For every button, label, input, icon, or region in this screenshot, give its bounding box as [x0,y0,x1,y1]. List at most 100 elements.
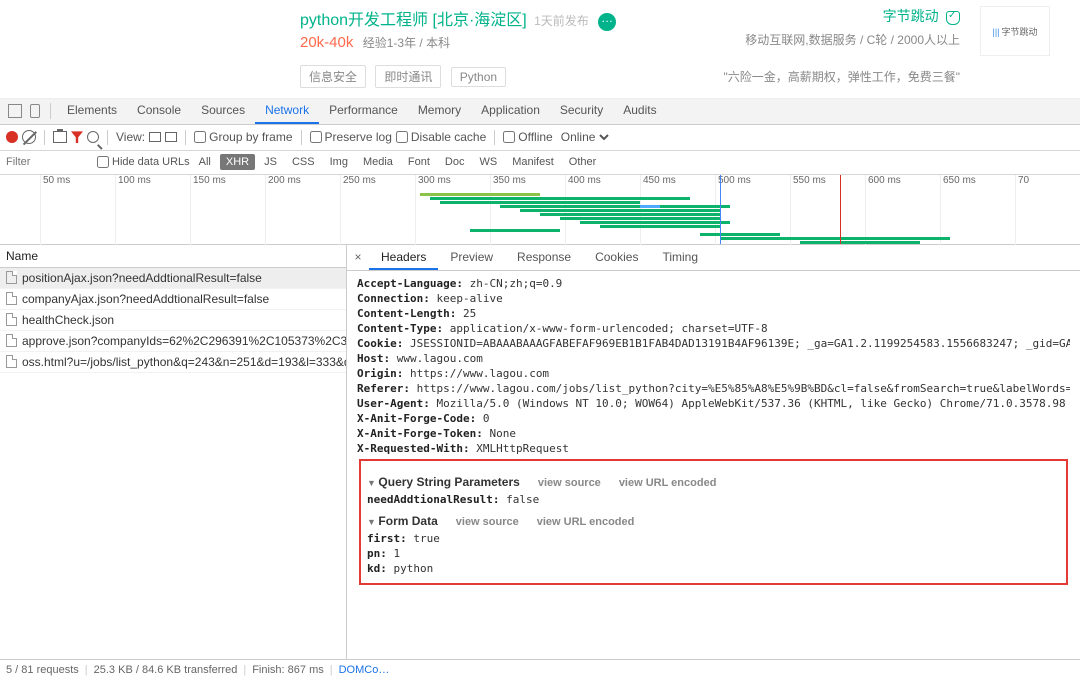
clear-icon[interactable] [22,130,36,144]
request-item[interactable]: companyAjax.json?needAddtionalResult=fal… [0,289,346,310]
separator [494,130,495,145]
company-meta: 移动互联网,数据服务 / C轮 / 2000人以上 [723,31,960,48]
pill-js[interactable]: JS [258,154,283,170]
tab-performance[interactable]: Performance [319,98,408,124]
waterfall-bar [700,233,780,236]
tab-console[interactable]: Console [127,98,191,124]
load-marker [720,175,721,244]
pill-font[interactable]: Font [402,154,436,170]
network-toolbar: View: Group by frame Preserve log Disabl… [0,125,1080,151]
pill-media[interactable]: Media [357,154,399,170]
tag[interactable]: 信息安全 [300,65,366,88]
inspect-icon[interactable] [8,104,22,118]
filter-input[interactable] [4,154,94,170]
request-item[interactable]: positionAjax.json?needAddtionalResult=fa… [0,268,346,289]
view-url-encoded-link[interactable]: view URL encoded [537,516,635,528]
waterfall-bar [640,205,660,208]
status-domcontent: DOMCo… [339,664,390,676]
reqlist-header[interactable]: Name [0,245,346,268]
param-row: needAddtionalResult: false [367,493,1060,506]
tab-elements[interactable]: Elements [57,98,127,124]
company-logo[interactable]: |||字节跳动 [980,6,1050,56]
record-icon[interactable] [6,131,18,143]
view-url-encoded-link[interactable]: view URL encoded [619,477,717,489]
request-item[interactable]: healthCheck.json [0,310,346,331]
tab-security[interactable]: Security [550,98,613,124]
tab-application[interactable]: Application [471,98,550,124]
request-item[interactable]: oss.html?u=/jobs/list_python&q=243&n=251… [0,352,346,373]
pill-css[interactable]: CSS [286,154,321,170]
device-toggle-icon[interactable] [30,104,40,118]
separator [185,130,186,145]
header-row: Cookie: JSESSIONID=ABAAABAAAGFABEFAF969E… [357,337,1070,350]
company-column: 字节跳动 移动互联网,数据服务 / C轮 / 2000人以上 "六险一金，高薪期… [723,6,960,85]
request-item[interactable]: approve.json?companyIds=62%2C296391%2C10… [0,331,346,352]
view-source-link[interactable]: view source [538,477,601,489]
chat-icon[interactable] [598,13,616,31]
job-location: [北京·海淀区] [433,12,527,29]
tag[interactable]: 即时通讯 [375,65,441,88]
throttle-select[interactable]: Online [557,129,612,145]
job-title[interactable]: python开发工程师 [300,12,433,29]
header-row: Origin: https://www.lagou.com [357,367,1070,380]
disable-cache-checkbox[interactable]: Disable cache [396,130,486,144]
section-title[interactable]: Form Dataview sourceview URL encoded [367,514,1060,528]
header-row: X-Requested-With: XMLHttpRequest [357,442,1070,455]
param-row: pn: 1 [367,547,1060,560]
separator [50,103,51,119]
group-by-frame-checkbox[interactable]: Group by frame [194,130,292,144]
timeline-overview[interactable]: 50 ms100 ms150 ms200 ms250 ms300 ms350 m… [0,175,1080,245]
detail-pane: × Headers Preview Response Cookies Timin… [347,245,1080,659]
tab-sources[interactable]: Sources [191,98,255,124]
pill-other[interactable]: Other [563,154,603,170]
dom-marker [840,175,841,244]
headers-body[interactable]: Accept-Language: zh-CN;zh;q=0.9Connectio… [347,271,1080,659]
filter-icon[interactable] [71,131,83,143]
dtab-response[interactable]: Response [505,245,583,270]
preserve-log-checkbox[interactable]: Preserve log [310,130,392,144]
hide-data-urls-checkbox[interactable]: Hide data URLs [97,156,190,168]
tab-audits[interactable]: Audits [613,98,666,124]
view-source-link[interactable]: view source [456,516,519,528]
overview-icon[interactable] [165,132,177,142]
waterfall-bar [800,241,920,244]
pill-ws[interactable]: WS [473,154,503,170]
salary-row: 20k-40k 经验1-3年 / 本科 [300,31,723,51]
screenshot-icon[interactable] [53,131,67,143]
file-icon [6,292,17,305]
large-rows-icon[interactable] [149,132,161,142]
pill-xhr[interactable]: XHR [220,154,255,170]
tag[interactable]: Python [451,67,506,87]
waterfall-bar [420,193,540,196]
company-name[interactable]: 字节跳动 [883,8,939,24]
dtab-preview[interactable]: Preview [438,245,505,270]
dtab-headers[interactable]: Headers [369,245,438,270]
company-welfare: "六险一金，高薪期权，弹性工作，免费三餐" [723,68,960,85]
pill-all[interactable]: All [193,154,217,170]
file-icon [6,355,17,368]
status-transferred: 25.3 KB / 84.6 KB transferred [94,664,238,676]
status-requests: 5 / 81 requests [6,664,79,676]
tab-memory[interactable]: Memory [408,98,471,124]
pill-img[interactable]: Img [324,154,354,170]
header-row: Content-Type: application/x-www-form-url… [357,322,1070,335]
header-row: Host: www.lagou.com [357,352,1070,365]
filter-bar: Hide data URLs All XHR JS CSS Img Media … [0,151,1080,175]
pill-doc[interactable]: Doc [439,154,471,170]
waterfall-bar [540,213,720,216]
tab-network[interactable]: Network [255,98,319,124]
offline-checkbox[interactable]: Offline [503,130,552,144]
search-icon[interactable] [87,131,99,143]
close-icon[interactable]: × [347,245,369,270]
header-row: X-Anit-Forge-Code: 0 [357,412,1070,425]
param-row: first: true [367,532,1060,545]
file-icon [6,313,17,326]
tag-row: 信息安全 即时通讯 Python [300,65,723,88]
dtab-cookies[interactable]: Cookies [583,245,650,270]
dtab-timing[interactable]: Timing [650,245,710,270]
section-title[interactable]: Query String Parametersview sourceview U… [367,475,1060,489]
pill-manifest[interactable]: Manifest [506,154,560,170]
param-row: kd: python [367,562,1060,575]
job-header: python开发工程师 [北京·海淀区] 1天前发布 20k-40k 经验1-3… [0,0,1080,99]
waterfall-bar [600,225,720,228]
